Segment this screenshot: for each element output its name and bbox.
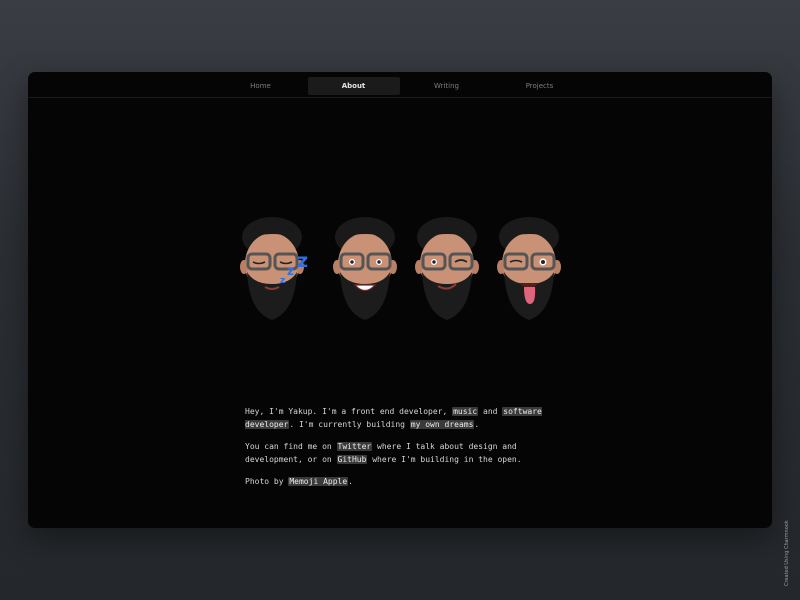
intro-paragraph: Hey, I'm Yakup. I'm a front end develope… xyxy=(245,405,555,431)
memoji-row: z z z xyxy=(230,212,570,332)
twitter-link[interactable]: Twitter xyxy=(336,442,373,451)
music-highlight: music xyxy=(452,407,479,416)
intro-text-2: and xyxy=(478,407,503,416)
photo-credit-paragraph: Photo by Memoji Apple. xyxy=(245,475,555,488)
intro-text-1: Hey, I'm Yakup. I'm a front end develope… xyxy=(245,407,453,416)
top-nav: Home About Writing Projects xyxy=(28,72,772,98)
memoji-apple-link[interactable]: Memoji Apple xyxy=(288,477,349,486)
memoji-smiling-icon xyxy=(333,217,397,320)
social-text-3: where I'm building in the open. xyxy=(367,455,522,464)
dreams-highlight: my own dreams xyxy=(409,420,475,429)
svg-text:z: z xyxy=(297,250,308,272)
photo-text-2: . xyxy=(348,477,353,486)
memoji-winking-icon xyxy=(415,217,479,320)
github-link[interactable]: GitHub xyxy=(336,455,368,464)
photo-text-1: Photo by xyxy=(245,477,289,486)
nav-projects[interactable]: Projects xyxy=(494,77,586,95)
memoji-tongue-out-icon xyxy=(497,217,561,320)
intro-text-3: . I'm currently building xyxy=(289,420,410,429)
nav-writing[interactable]: Writing xyxy=(401,77,493,95)
social-text-1: You can find me on xyxy=(245,442,337,451)
social-paragraph: You can find me on Twitter where I talk … xyxy=(245,440,555,466)
nav-about[interactable]: About xyxy=(307,77,400,95)
memoji-sleeping-icon: z z z xyxy=(240,217,308,320)
browser-window: Home About Writing Projects z z z Hey, I… xyxy=(28,72,772,528)
nav-home[interactable]: Home xyxy=(215,77,307,95)
svg-text:z: z xyxy=(280,276,285,286)
intro-text-4: . xyxy=(474,420,480,429)
svg-text:z: z xyxy=(287,264,294,278)
about-text: Hey, I'm Yakup. I'm a front end develope… xyxy=(245,405,555,497)
created-using-credit: Created Using Charmnook xyxy=(784,520,790,586)
